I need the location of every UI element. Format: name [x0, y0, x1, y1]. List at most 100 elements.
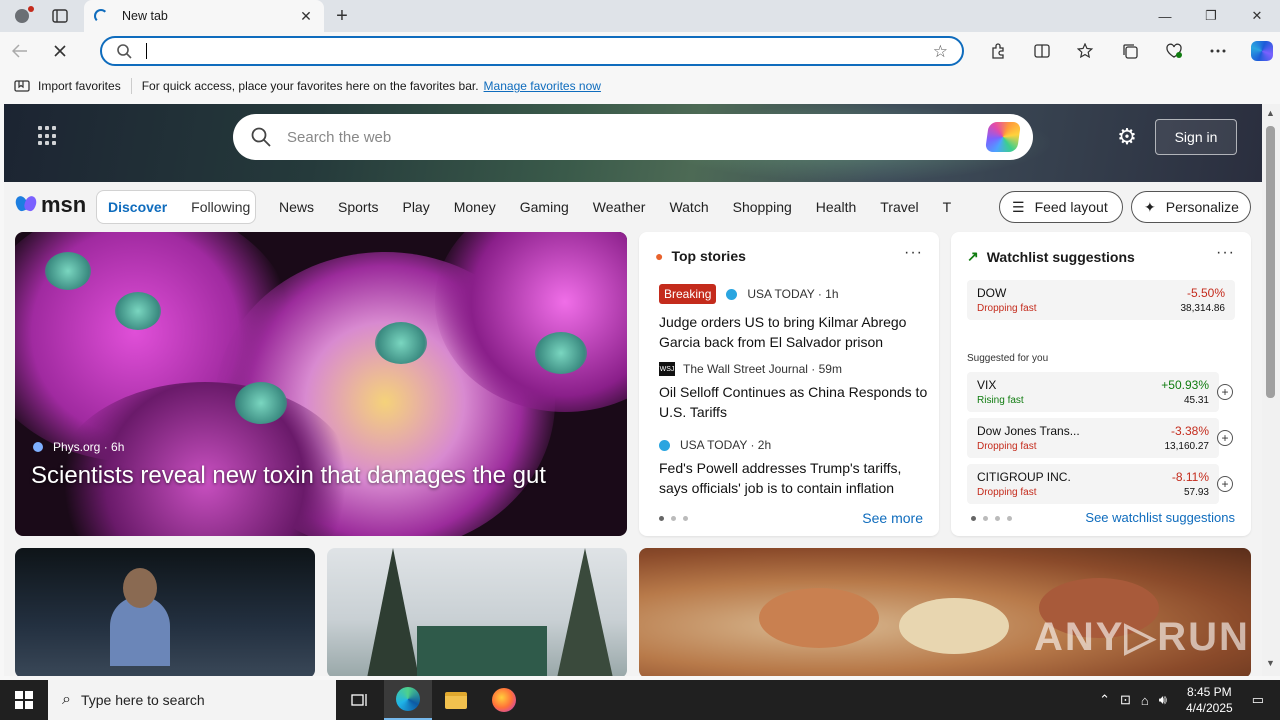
start-button[interactable] [0, 680, 48, 720]
scroll-down-icon[interactable]: ▼ [1266, 658, 1275, 668]
more-options-button[interactable]: ··· [904, 244, 923, 262]
favorite-star-icon[interactable]: ☆ [933, 42, 948, 62]
notification-dot [28, 6, 34, 12]
story-headline[interactable]: Judge orders US to bring Kilmar Abrego G… [659, 312, 929, 352]
carousel-dots[interactable] [659, 516, 688, 521]
restore-button[interactable]: ❐ [1188, 0, 1234, 32]
stock-row-vix[interactable]: VIX Rising fast +50.93% 45.31 [967, 372, 1219, 412]
category-shopping[interactable]: Shopping [733, 199, 792, 215]
watchlist-title: Watchlist suggestions [986, 248, 1135, 265]
msn-logo[interactable]: msn [13, 192, 86, 218]
hero-banner: Search the web ⚙ Sign in [4, 104, 1262, 182]
new-tab-button[interactable]: + [330, 4, 354, 28]
page-scrollbar[interactable]: ▲ ▼ [1262, 104, 1280, 676]
more-options-button[interactable]: ··· [1216, 244, 1235, 262]
address-bar[interactable]: ☆ [100, 36, 964, 66]
story-item[interactable]: USA TODAY · 2h Fed's Powell addresses Tr… [659, 438, 929, 498]
chevron-up-icon[interactable]: ⌃ [1099, 692, 1110, 708]
favorites-hint: For quick access, place your favorites h… [141, 79, 479, 93]
taskbar-search[interactable]: ⌕ Type here to search [48, 680, 336, 720]
category-traffic[interactable]: Tra [943, 199, 951, 215]
tree-shape [557, 548, 613, 676]
split-screen-button[interactable] [1020, 36, 1064, 66]
minimize-button[interactable]: — [1142, 0, 1188, 32]
category-travel[interactable]: Travel [880, 199, 918, 215]
category-play[interactable]: Play [402, 199, 429, 215]
favorites-button[interactable] [1064, 36, 1108, 66]
tab-new-tab[interactable]: New tab ✕ [84, 0, 324, 32]
image-layer [375, 322, 427, 364]
collections-button[interactable] [1108, 36, 1152, 66]
stock-change: -5.50% [1186, 286, 1225, 300]
stock-status: Rising fast [977, 395, 1024, 406]
stop-loading-button[interactable] [40, 32, 80, 70]
stock-row-dow[interactable]: DOW Dropping fast -5.50% 38,314.86 [967, 280, 1235, 320]
story-headline[interactable]: Fed's Powell addresses Trump's tariffs, … [659, 458, 929, 498]
story-item[interactable]: Breaking USA TODAY · 1h Judge orders US … [659, 284, 929, 352]
profile-button[interactable] [0, 0, 44, 32]
apps-grid-icon[interactable] [38, 126, 58, 146]
category-sports[interactable]: Sports [338, 199, 378, 215]
story-item[interactable]: WSJ The Wall Street Journal · 59m Oil Se… [659, 362, 929, 422]
category-watch[interactable]: Watch [669, 199, 708, 215]
manage-favorites-link[interactable]: Manage favorites now [484, 79, 601, 93]
search-icon [117, 44, 132, 59]
stock-row-djt[interactable]: Dow Jones Trans... Dropping fast -3.38% … [967, 418, 1219, 458]
scroll-up-icon[interactable]: ▲ [1266, 108, 1275, 118]
settings-menu-button[interactable] [1196, 36, 1240, 66]
feed-layout-button[interactable]: ☰ Feed layout [999, 191, 1123, 223]
add-to-watchlist-button[interactable]: + [1217, 476, 1233, 492]
extensions-button[interactable] [976, 36, 1020, 66]
see-watchlist-link[interactable]: See watchlist suggestions [1085, 510, 1235, 525]
volume-icon[interactable]: 🔊︎ [1159, 692, 1167, 708]
watchlist-card: ↗ Watchlist suggestions ··· DOW Dropping… [951, 232, 1251, 536]
clock[interactable]: 8:45 PM 4/4/2025 [1186, 684, 1233, 716]
category-news[interactable]: News [279, 199, 314, 215]
close-window-button[interactable]: ✕ [1234, 0, 1280, 32]
copilot-button[interactable] [1240, 36, 1280, 66]
category-gaming[interactable]: Gaming [520, 199, 569, 215]
tab-following[interactable]: Following [191, 199, 250, 215]
personalize-button[interactable]: ✦ Personalize [1131, 191, 1251, 223]
web-search-box[interactable]: Search the web [233, 114, 1033, 160]
copilot-icon[interactable] [984, 122, 1022, 152]
file-explorer-button[interactable] [432, 680, 480, 720]
see-more-link[interactable]: See more [862, 510, 923, 526]
gear-icon[interactable]: ⚙ [1114, 124, 1140, 150]
notifications-icon[interactable]: ▭ [1252, 692, 1264, 708]
device-icon[interactable]: ⊡ [1120, 692, 1131, 708]
personalize-label: Personalize [1165, 199, 1239, 215]
hero-headline[interactable]: Scientists reveal new toxin that damages… [31, 462, 546, 490]
network-icon[interactable]: ⌂ [1141, 693, 1149, 708]
hero-source: Phys.org · 6h [33, 440, 124, 454]
browser-essentials-button[interactable] [1152, 36, 1196, 66]
firefox-icon [492, 688, 516, 712]
add-to-watchlist-button[interactable]: + [1217, 384, 1233, 400]
edge-taskbar-button[interactable] [384, 680, 432, 720]
search-placeholder: Search the web [287, 128, 392, 146]
clock-date: 4/4/2025 [1185, 701, 1233, 715]
carousel-dots[interactable] [971, 516, 1012, 521]
image-layer [45, 252, 91, 290]
add-to-watchlist-button[interactable]: + [1217, 430, 1233, 446]
category-money[interactable]: Money [454, 199, 496, 215]
category-weather[interactable]: Weather [593, 199, 646, 215]
news-card-image[interactable] [327, 548, 627, 676]
trend-icon: ↗ [967, 248, 979, 264]
tab-discover[interactable]: Discover [108, 199, 167, 215]
hero-article[interactable]: Phys.org · 6h Scientists reveal new toxi… [15, 232, 627, 536]
search-icon: ⌕ [62, 691, 71, 708]
sign-in-button[interactable]: Sign in [1155, 119, 1237, 155]
tab-actions-button[interactable] [44, 0, 76, 32]
category-health[interactable]: Health [816, 199, 856, 215]
divider [130, 78, 132, 94]
stock-row-citi[interactable]: CITIGROUP INC. Dropping fast -8.11% 57.9… [967, 464, 1219, 504]
scrollbar-thumb[interactable] [1266, 126, 1275, 398]
firefox-button[interactable] [480, 680, 528, 720]
news-card-image[interactable] [15, 548, 315, 676]
task-view-button[interactable] [336, 680, 384, 720]
back-button[interactable] [0, 32, 40, 70]
story-headline[interactable]: Oil Selloff Continues as China Responds … [659, 382, 929, 422]
close-tab-button[interactable]: ✕ [298, 8, 314, 25]
import-favorites-button[interactable]: Import favorites [38, 79, 121, 93]
